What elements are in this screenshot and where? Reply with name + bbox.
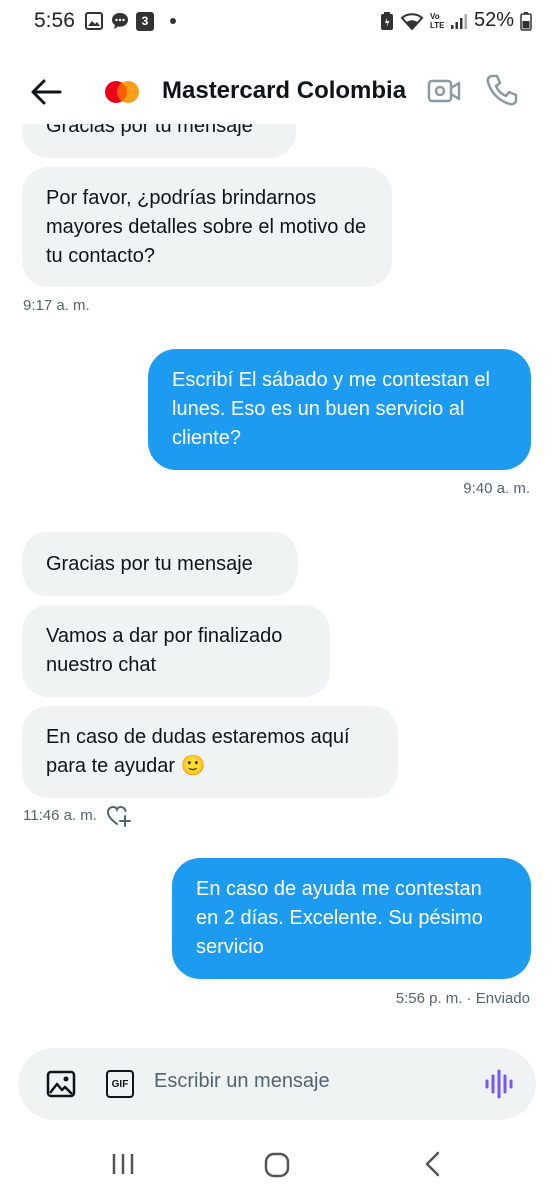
message-text: Vamos a dar por finalizado nuestro chat xyxy=(46,625,283,676)
message-text: Gracias por tu mensaje xyxy=(46,124,253,137)
outgoing-message[interactable]: En caso de ayuda me contestan en 2 días.… xyxy=(172,858,531,979)
voice-message-icon[interactable] xyxy=(484,1068,514,1100)
recent-apps-icon[interactable] xyxy=(110,1152,136,1176)
outgoing-message[interactable]: Escribí El sábado y me contestan el lune… xyxy=(148,349,531,470)
calendar-notification-icon: 3 xyxy=(136,11,154,31)
message-timestamp: 11:46 a. m. xyxy=(23,807,97,824)
incoming-message[interactable]: Gracias por tu mensaje xyxy=(22,124,296,158)
battery-icon xyxy=(520,11,532,31)
volte-label: Vo LTE xyxy=(429,11,445,30)
message-text: Gracias por tu mensaje xyxy=(46,552,253,575)
message-timestamp: 5:56 p. m. · Enviado xyxy=(395,990,530,1007)
message-notification-icon xyxy=(112,13,128,29)
video-call-icon[interactable] xyxy=(427,74,461,108)
incoming-message[interactable]: Por favor, ¿podrías brindarnos mayores d… xyxy=(22,167,392,287)
system-navigation-bar xyxy=(0,1130,554,1200)
status-bar: 5:56 3 Vo LTE 52% xyxy=(0,0,554,44)
incoming-message[interactable]: En caso de dudas estaremos aquí para te … xyxy=(22,706,398,798)
message-text: En caso de ayuda me contestan en 2 días.… xyxy=(196,878,483,958)
status-time: 5:56 xyxy=(34,9,75,32)
message-text: Por favor, ¿podrías brindarnos mayores d… xyxy=(46,186,367,267)
add-reaction-icon[interactable] xyxy=(106,804,132,828)
back-arrow-icon[interactable] xyxy=(26,74,66,110)
signal-icon xyxy=(450,13,467,29)
image-icon[interactable] xyxy=(46,1070,76,1098)
incoming-message[interactable]: Vamos a dar por finalizado nuestro chat xyxy=(22,605,330,697)
gallery-notification-icon xyxy=(85,12,103,30)
message-list: Gracias por tu mensaje Por favor, ¿podrí… xyxy=(0,124,554,1044)
incoming-message[interactable]: Gracias por tu mensaje xyxy=(22,532,298,596)
conversation-title[interactable]: Mastercard Colombia xyxy=(162,77,406,105)
conversation-header: Mastercard Colombia xyxy=(0,60,554,124)
mastercard-logo[interactable] xyxy=(104,79,140,105)
message-text: Escribí El sábado y me contestan el lune… xyxy=(172,369,490,449)
battery-saver-icon xyxy=(380,11,393,30)
system-back-icon[interactable] xyxy=(422,1150,444,1178)
more-notifications-dot xyxy=(170,18,176,24)
gif-label: GIF xyxy=(111,1078,129,1090)
message-composer: GIF xyxy=(18,1048,536,1120)
battery-percent: 52% xyxy=(473,9,514,31)
message-input[interactable] xyxy=(154,1070,454,1093)
wifi-icon xyxy=(400,12,424,30)
gif-button[interactable]: GIF xyxy=(106,1070,134,1098)
message-text: En caso de dudas estaremos aquí para te … xyxy=(46,726,350,777)
home-icon[interactable] xyxy=(264,1152,290,1178)
message-timestamp: 9:17 a. m. xyxy=(23,297,90,314)
phone-call-icon[interactable] xyxy=(484,72,520,108)
message-timestamp: 9:40 a. m. xyxy=(463,480,530,497)
